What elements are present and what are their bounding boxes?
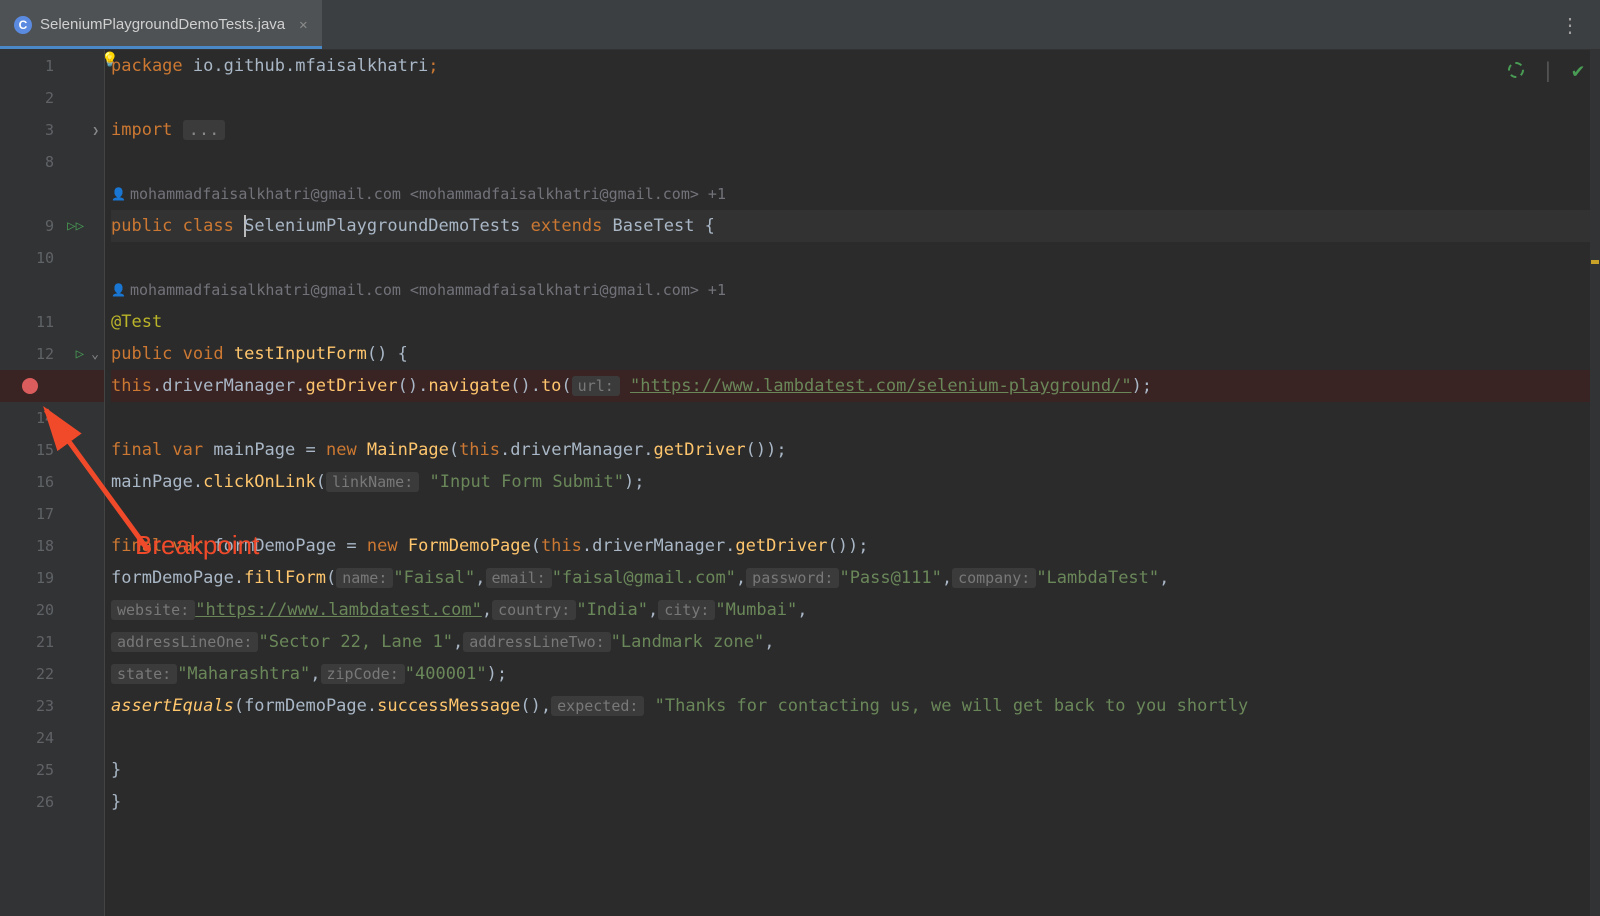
- status-hints-icon: [1508, 62, 1524, 78]
- close-tab-icon[interactable]: ✕: [299, 17, 307, 33]
- tab-bar-more-icon[interactable]: ⋮: [1540, 0, 1600, 49]
- checkmark-icon: ✔: [1572, 58, 1584, 82]
- inspection-status[interactable]: | ✔: [1508, 58, 1584, 82]
- chevron-down-icon[interactable]: ⌄: [91, 347, 99, 362]
- run-class-icon[interactable]: ▷▷: [67, 218, 84, 234]
- param-hint: url:: [572, 376, 620, 396]
- vcs-author[interactable]: mohammadfaisalkhatri@gmail.com <mohammad…: [130, 185, 726, 203]
- author-icon: 👤: [111, 187, 126, 201]
- author-icon: 👤: [111, 283, 126, 297]
- editor: 1 2 3❯ 8 9▷▷ 10 11 12▷⌄ 14 15 16 17 18 1…: [0, 50, 1600, 916]
- warning-marker[interactable]: [1591, 260, 1599, 264]
- tab-bar: C SeleniumPlaygroundDemoTests.java ✕ ⋮: [0, 0, 1600, 50]
- param-hint: linkName:: [326, 472, 419, 492]
- code-area[interactable]: | ✔ package io.github.mfaisalkhatri; imp…: [105, 50, 1600, 916]
- tab-filename: SeleniumPlaygroundDemoTests.java: [40, 16, 285, 33]
- run-test-icon[interactable]: ▷: [76, 346, 84, 362]
- intention-bulb-icon[interactable]: 💡: [105, 52, 118, 68]
- editor-tab[interactable]: C SeleniumPlaygroundDemoTests.java ✕: [0, 0, 322, 49]
- vcs-author[interactable]: mohammadfaisalkhatri@gmail.com <mohammad…: [130, 281, 726, 299]
- java-class-icon: C: [14, 16, 32, 34]
- error-stripe[interactable]: [1590, 50, 1600, 916]
- fold-icon[interactable]: ❯: [92, 124, 99, 137]
- breakpoint-icon[interactable]: [22, 378, 38, 394]
- folded-imports[interactable]: ...: [183, 120, 226, 140]
- gutter[interactable]: 1 2 3❯ 8 9▷▷ 10 11 12▷⌄ 14 15 16 17 18 1…: [0, 50, 105, 916]
